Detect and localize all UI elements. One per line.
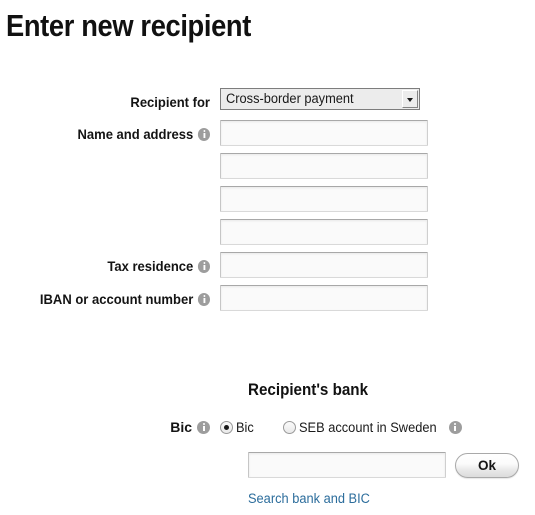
radio-label-bic: Bic: [236, 419, 254, 435]
info-icon[interactable]: [197, 292, 210, 306]
ok-button[interactable]: Ok: [455, 452, 519, 478]
name-and-address-field-cell: [220, 120, 428, 245]
iban-field-cell: [220, 285, 428, 311]
recipient-for-select-wrap: Cross-border payment: [220, 88, 420, 110]
info-icon[interactable]: [197, 127, 210, 141]
page-title: Enter new recipient: [6, 8, 251, 43]
form-row-recipient-for: Recipient for Cross-border payment: [0, 88, 535, 113]
recipient-for-selected-value: Cross-border payment: [226, 91, 354, 106]
bank-search-row: Ok: [248, 452, 519, 478]
iban-input[interactable]: [220, 285, 428, 311]
recipient-for-label: Recipient for: [130, 94, 210, 110]
name-and-address-line-1-input[interactable]: [220, 120, 428, 146]
form-row-name-and-address: Name and address: [0, 120, 535, 245]
iban-label-cell: IBAN or account number: [15, 285, 210, 310]
recipient-for-field-cell: Cross-border payment: [220, 88, 420, 110]
recipient-for-label-cell: Recipient for: [15, 88, 210, 113]
form-row-tax-residence: Tax residence: [0, 252, 535, 278]
search-bank-and-bic-link[interactable]: Search bank and BIC: [248, 491, 370, 506]
bic-radio-row: Bic Bic SEB account in Sweden: [0, 419, 535, 435]
name-and-address-label: Name and address: [77, 126, 194, 142]
iban-label: IBAN or account number: [39, 291, 194, 307]
recipient-form: Recipient for Cross-border payment Name …: [0, 88, 535, 318]
name-and-address-line-3-input[interactable]: [220, 186, 428, 212]
bank-search-input[interactable]: [248, 452, 446, 478]
bic-label-cell: Bic: [0, 419, 210, 435]
recipients-bank-heading: Recipient's bank: [248, 381, 369, 399]
radio-indicator-seb-account[interactable]: [282, 420, 296, 434]
radio-option-bic[interactable]: Bic: [220, 420, 255, 435]
tax-residence-label-cell: Tax residence: [15, 252, 210, 277]
name-and-address-line-2-input[interactable]: [220, 153, 428, 179]
radio-label-seb-account: SEB account in Sweden: [298, 419, 437, 435]
bic-radio-group: Bic SEB account in Sweden: [220, 420, 462, 435]
info-icon[interactable]: [197, 420, 210, 434]
tax-residence-field-cell: [220, 252, 428, 278]
radio-indicator-bic[interactable]: [220, 420, 233, 434]
radio-option-seb-account[interactable]: SEB account in Sweden: [282, 419, 462, 435]
tax-residence-input[interactable]: [220, 252, 428, 278]
recipient-for-select[interactable]: Cross-border payment: [220, 88, 420, 110]
tax-residence-label: Tax residence: [107, 258, 194, 274]
form-row-iban: IBAN or account number: [0, 285, 535, 311]
chevron-down-icon[interactable]: [402, 90, 418, 108]
info-icon[interactable]: [197, 259, 210, 273]
name-and-address-line-4-input[interactable]: [220, 219, 428, 245]
name-and-address-label-cell: Name and address: [15, 120, 210, 145]
info-icon[interactable]: [448, 420, 462, 434]
bic-label: Bic: [170, 419, 192, 435]
